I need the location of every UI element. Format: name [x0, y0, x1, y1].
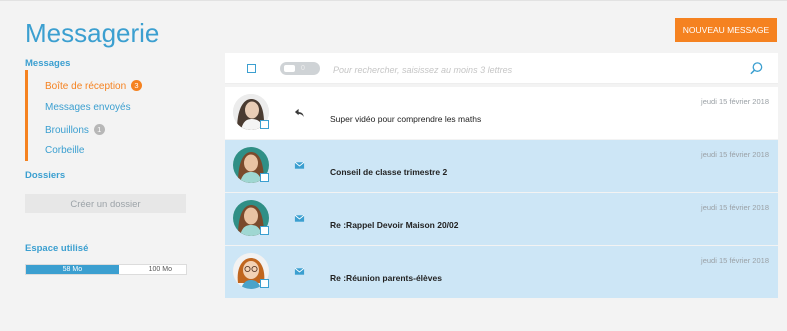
message-checkbox[interactable]: [260, 226, 269, 235]
storage-heading: Espace utilisé: [25, 243, 89, 254]
create-folder-button[interactable]: Créer un dossier: [25, 194, 186, 213]
message-row[interactable]: Re :Rappel Devoir Maison 20/02 jeudi 15 …: [225, 193, 778, 245]
message-checkbox[interactable]: [260, 279, 269, 288]
message-subject: Re :Réunion parents-élèves: [330, 273, 442, 283]
sidebar-item-label: Corbeille: [45, 145, 85, 156]
message-checkbox[interactable]: [260, 120, 269, 129]
message-subject: Re :Rappel Devoir Maison 20/02: [330, 220, 459, 230]
new-message-button[interactable]: NOUVEAU MESSAGE: [675, 18, 777, 42]
unread-filter-toggle[interactable]: 0: [280, 62, 320, 75]
storage-total-label: 100 Mo: [148, 266, 172, 273]
sidebar-item-drafts[interactable]: Brouillons 1: [45, 124, 105, 136]
storage-progress-bar: 58 Mo 100 Mo: [25, 264, 187, 275]
unread-count-badge: 3: [130, 80, 142, 91]
nav-indicator-bar: [25, 70, 28, 161]
envelope-icon: [294, 161, 305, 169]
sidebar-item-sent[interactable]: Messages envoyés: [45, 102, 131, 113]
message-date: jeudi 15 février 2018: [701, 150, 769, 159]
messages-heading: Messages: [25, 58, 71, 69]
sidebar-item-trash[interactable]: Corbeille: [45, 145, 84, 156]
message-row[interactable]: Re :Réunion parents-élèves jeudi 15 févr…: [225, 246, 778, 298]
message-checkbox[interactable]: [260, 173, 269, 182]
message-row[interactable]: Conseil de classe trimestre 2 jeudi 15 f…: [225, 140, 778, 192]
search-icon[interactable]: [749, 61, 764, 76]
toggle-label: 0: [301, 65, 305, 72]
envelope-icon: [294, 267, 305, 275]
reply-icon: [294, 108, 304, 118]
sidebar-item-label: Brouillons: [45, 125, 89, 136]
message-date: jeudi 15 février 2018: [701, 97, 769, 106]
message-subject: Conseil de classe trimestre 2: [330, 167, 448, 177]
sidebar-item-label: Boîte de réception: [45, 81, 127, 92]
folders-heading: Dossiers: [25, 170, 66, 181]
sidebar-item-label: Messages envoyés: [45, 102, 131, 113]
message-subject: Super vidéo pour comprendre les maths: [330, 114, 482, 124]
select-all-checkbox[interactable]: [247, 64, 256, 73]
message-toolbar: 0: [225, 53, 778, 84]
top-divider: [0, 0, 787, 1]
message-row[interactable]: Super vidéo pour comprendre les maths je…: [225, 87, 778, 139]
drafts-count-badge: 1: [93, 124, 105, 135]
sidebar-item-inbox[interactable]: Boîte de réception 3: [45, 80, 142, 92]
message-date: jeudi 15 février 2018: [701, 256, 769, 265]
envelope-icon: [284, 65, 295, 72]
page-title: Messagerie: [25, 18, 160, 48]
message-date: jeudi 15 février 2018: [701, 203, 769, 212]
envelope-icon: [294, 214, 305, 222]
storage-used-label: 58 Mo: [62, 266, 83, 273]
search-input[interactable]: [331, 60, 740, 79]
